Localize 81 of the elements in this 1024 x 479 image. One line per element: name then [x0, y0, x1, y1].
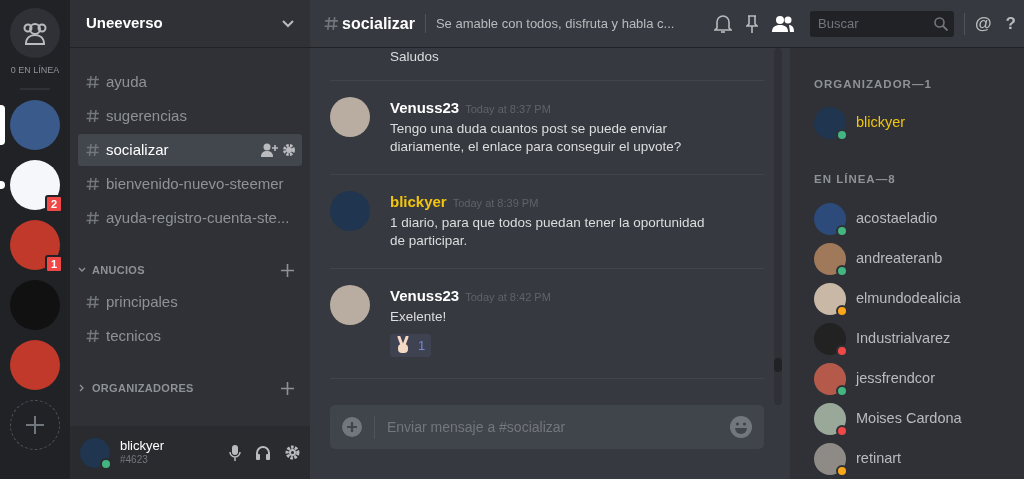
author-name[interactable]: Venuss23	[390, 99, 460, 116]
search-icon	[934, 16, 949, 31]
caret-icon[interactable]	[78, 384, 86, 392]
member-avatar[interactable]	[814, 442, 846, 475]
hash-icon	[324, 16, 338, 31]
member-group-header: ORGANIZADOR—1	[814, 77, 933, 92]
category-name[interactable]: ORGANIZADORES	[92, 379, 281, 397]
microphone-icon[interactable]	[229, 444, 241, 461]
mentions-button[interactable]: @	[975, 10, 992, 37]
category-name[interactable]: ANUCIOS	[92, 261, 281, 279]
channel-item[interactable]: socializar	[78, 134, 302, 166]
hash-icon	[86, 177, 99, 191]
channel-item[interactable]: ayuda-registro-cuenta-ste...	[78, 202, 302, 234]
member-avatar[interactable]	[814, 402, 846, 435]
message-text: Tengo una duda cuantos post se puede enviar diariamente, el enlace para conseguir el upvote?	[390, 119, 683, 156]
people-icon	[21, 20, 49, 46]
user-avatar[interactable]	[330, 285, 370, 325]
server-icon[interactable]	[10, 339, 60, 390]
member-name[interactable]: andreateranb	[856, 247, 943, 270]
member-avatar[interactable]	[814, 107, 846, 140]
channel-item[interactable]: principales	[78, 286, 302, 318]
member-name[interactable]: blickyer	[856, 112, 906, 135]
member-avatar[interactable]	[814, 202, 846, 235]
member-group-header: EN LÍNEA—8	[814, 172, 897, 188]
user-avatar[interactable]	[330, 97, 370, 137]
pin-icon[interactable]	[746, 14, 759, 33]
scrollbar-thumb[interactable]	[774, 358, 782, 372]
user-avatar[interactable]	[80, 437, 110, 468]
hash-icon	[86, 329, 99, 343]
user-name: blickyer	[120, 438, 166, 453]
reaction-count: 1	[418, 336, 426, 355]
notification-badge: 1	[44, 254, 63, 273]
hash-icon	[86, 109, 99, 123]
plus-icon	[25, 414, 45, 435]
channel-topic: Se amable con todos, disfruta y habla c...	[424, 13, 675, 34]
server-icon[interactable]: 2	[10, 159, 60, 210]
caret-icon[interactable]	[78, 266, 86, 274]
server-icon[interactable]: 1	[10, 219, 60, 270]
guild-name: Uneeverso	[86, 13, 163, 34]
member-name[interactable]: Industrialvarez	[856, 327, 951, 350]
headphones-icon[interactable]	[255, 444, 271, 461]
channel-item[interactable]: tecnicos	[78, 320, 302, 352]
member-name[interactable]: jessfrendcor	[856, 367, 935, 390]
help-button[interactable]: ?	[1005, 10, 1016, 37]
hash-icon	[86, 75, 99, 89]
hash-icon	[86, 211, 99, 225]
settings-icon[interactable]	[285, 445, 300, 460]
search-bar[interactable]: Buscar	[810, 10, 955, 37]
member-name[interactable]: acostaeladio	[856, 207, 938, 230]
chevron-down-icon	[282, 19, 294, 28]
author-name[interactable]: Venuss23	[390, 287, 460, 304]
member-avatar[interactable]	[814, 362, 846, 395]
member-name[interactable]: elmundodealicia	[856, 287, 961, 310]
member-name[interactable]: retinart	[856, 447, 902, 470]
plus-icon[interactable]	[281, 263, 294, 277]
peace-hand-icon	[396, 336, 410, 355]
members-icon[interactable]	[772, 15, 795, 32]
hash-icon	[86, 143, 99, 157]
author-name[interactable]: blickyer	[390, 193, 447, 210]
channel-item[interactable]: sugerencias	[78, 100, 302, 132]
message-text: Exelente!	[390, 307, 448, 326]
channel-title: socializar	[342, 13, 415, 34]
message-text: Saludos	[390, 48, 440, 66]
member-avatar[interactable]	[814, 282, 846, 315]
channel-item[interactable]: ayuda	[78, 66, 302, 98]
member-avatar[interactable]	[814, 242, 846, 275]
guild-header[interactable]: Uneeverso	[70, 0, 310, 48]
friends-button[interactable]	[10, 8, 60, 58]
notification-badge: 2	[44, 194, 63, 213]
plus-icon[interactable]	[281, 381, 294, 395]
online-count: 0 EN LÍNEA	[10, 64, 60, 77]
member-name[interactable]: Moises Cardona	[856, 407, 962, 430]
gear-icon[interactable]	[282, 143, 296, 157]
message-text: 1 diario, para que todos puedan tener la oportunidad de participar.	[390, 213, 706, 250]
bell-icon[interactable]	[714, 14, 733, 33]
add-person-icon[interactable]	[260, 143, 279, 157]
member-avatar[interactable]	[814, 322, 846, 355]
search-field[interactable]: Buscar	[816, 12, 935, 35]
hash-icon	[86, 295, 99, 309]
user-tag: #4623	[120, 452, 219, 467]
channel-item[interactable]: bienvenido-nuevo-steemer	[78, 168, 302, 200]
